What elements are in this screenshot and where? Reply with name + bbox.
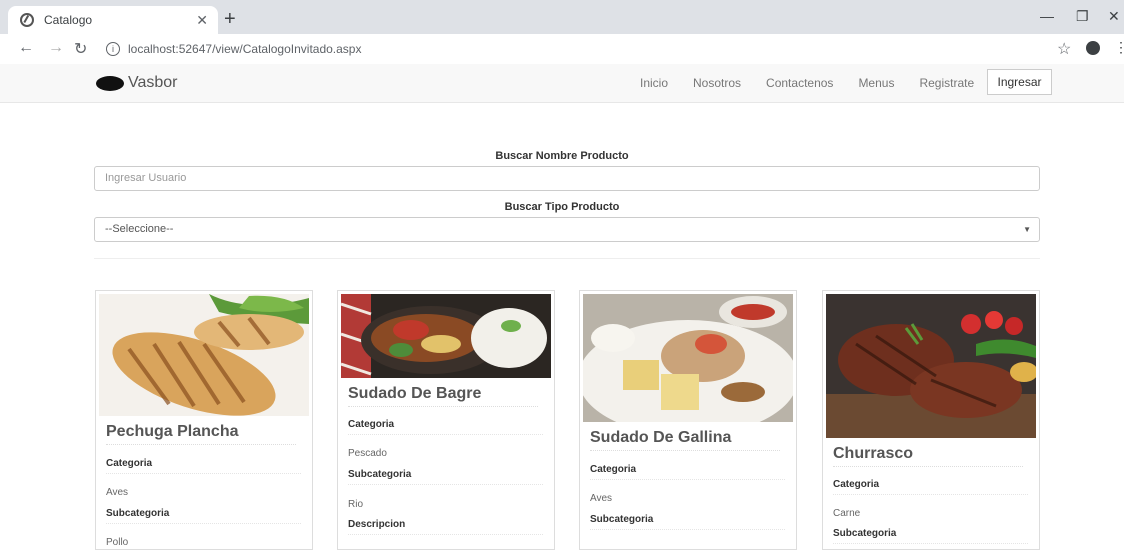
info-icon[interactable]: i — [106, 42, 120, 56]
brand[interactable]: Vasbor — [96, 74, 178, 92]
forward-arrow-icon[interactable]: → — [48, 39, 64, 57]
browser-tab[interactable]: Catalogo ✕ — [8, 6, 218, 34]
browser-toolbar: ← → ↻ i localhost:52647/view/CatalogoInv… — [0, 34, 1124, 65]
back-arrow-icon[interactable]: ← — [18, 39, 34, 57]
product-name[interactable]: Churrasco — [833, 445, 1023, 467]
brand-logo — [96, 75, 124, 91]
description-label: Descripcion — [348, 519, 543, 535]
browser-tabstrip: Catalogo ✕ + — ❐ ✕ — [0, 0, 1124, 34]
nav-link-nosotros[interactable]: Nosotros — [693, 76, 741, 90]
new-tab-icon[interactable]: + — [224, 8, 236, 31]
chevron-down-icon: ▼ — [1023, 225, 1031, 234]
login-button[interactable]: Ingresar — [987, 69, 1052, 95]
subcategory-label: Subcategoria — [106, 508, 301, 524]
product-card[interactable]: Churrasco Categoria Carne Subcategoria — [822, 290, 1040, 550]
url-text: localhost:52647/view/CatalogoInvitado.as… — [128, 42, 362, 56]
search-type-select[interactable]: --Seleccione-- ▼ — [94, 217, 1040, 242]
close-tab-icon[interactable]: ✕ — [196, 12, 208, 29]
category-label: Categoria — [590, 464, 785, 480]
reload-icon[interactable]: ↻ — [74, 39, 87, 59]
subcategory-label: Subcategoria — [348, 469, 543, 485]
category-value: Aves — [590, 493, 613, 504]
nav-link-registrate[interactable]: Registrate — [919, 76, 974, 90]
nav-link-contactenos[interactable]: Contactenos — [766, 76, 833, 90]
subcategory-label: Subcategoria — [833, 528, 1028, 544]
nav-link-inicio[interactable]: Inicio — [640, 76, 668, 90]
subcategory-value: Rio — [348, 499, 364, 510]
nav-link-menus[interactable]: Menus — [858, 76, 894, 90]
product-image — [341, 294, 551, 378]
product-card[interactable]: Sudado De Bagre Categoria Pescado Subcat… — [337, 290, 555, 550]
tab-title: Catalogo — [44, 13, 93, 27]
category-value: Aves — [106, 487, 129, 498]
globe-icon — [20, 13, 34, 27]
brand-name: Vasbor — [128, 74, 178, 91]
category-label: Categoria — [106, 458, 301, 474]
close-window-icon[interactable]: ✕ — [1108, 8, 1120, 25]
product-name[interactable]: Sudado De Gallina — [590, 429, 780, 451]
nav-links: Inicio Nosotros Contactenos Menus Regist… — [640, 64, 999, 102]
product-name[interactable]: Sudado De Bagre — [348, 385, 538, 407]
product-card[interactable]: Pechuga Plancha Categoria Aves Subcatego… — [95, 290, 313, 550]
restore-icon[interactable]: ❐ — [1076, 8, 1089, 25]
category-value: Carne — [833, 508, 861, 519]
product-image — [583, 294, 793, 422]
search-name-input[interactable]: Ingresar Usuario — [94, 166, 1040, 191]
address-bar[interactable]: i localhost:52647/view/CatalogoInvitado.… — [100, 38, 1060, 60]
category-label: Categoria — [833, 479, 1028, 495]
product-image — [826, 294, 1036, 438]
product-image — [99, 294, 309, 416]
divider — [94, 258, 1040, 259]
category-label: Categoria — [348, 419, 543, 435]
product-name[interactable]: Pechuga Plancha — [106, 423, 296, 445]
menu-dots-icon[interactable]: ⋮ — [1114, 39, 1124, 56]
product-card[interactable]: Sudado De Gallina Categoria Aves Subcate… — [579, 290, 797, 550]
bookmark-star-icon[interactable]: ☆ — [1057, 39, 1071, 59]
site-navbar: Vasbor Inicio Nosotros Contactenos Menus… — [0, 64, 1124, 103]
select-value: --Seleccione-- — [105, 223, 174, 235]
category-value: Pescado — [348, 448, 387, 459]
search-name-label: Buscar Nombre Producto — [495, 150, 629, 162]
subcategory-value: Pollo — [106, 537, 129, 548]
search-type-label: Buscar Tipo Producto — [504, 201, 620, 213]
profile-icon[interactable] — [1086, 41, 1100, 55]
minimize-icon[interactable]: — — [1040, 8, 1054, 24]
subcategory-label: Subcategoria — [590, 514, 785, 530]
